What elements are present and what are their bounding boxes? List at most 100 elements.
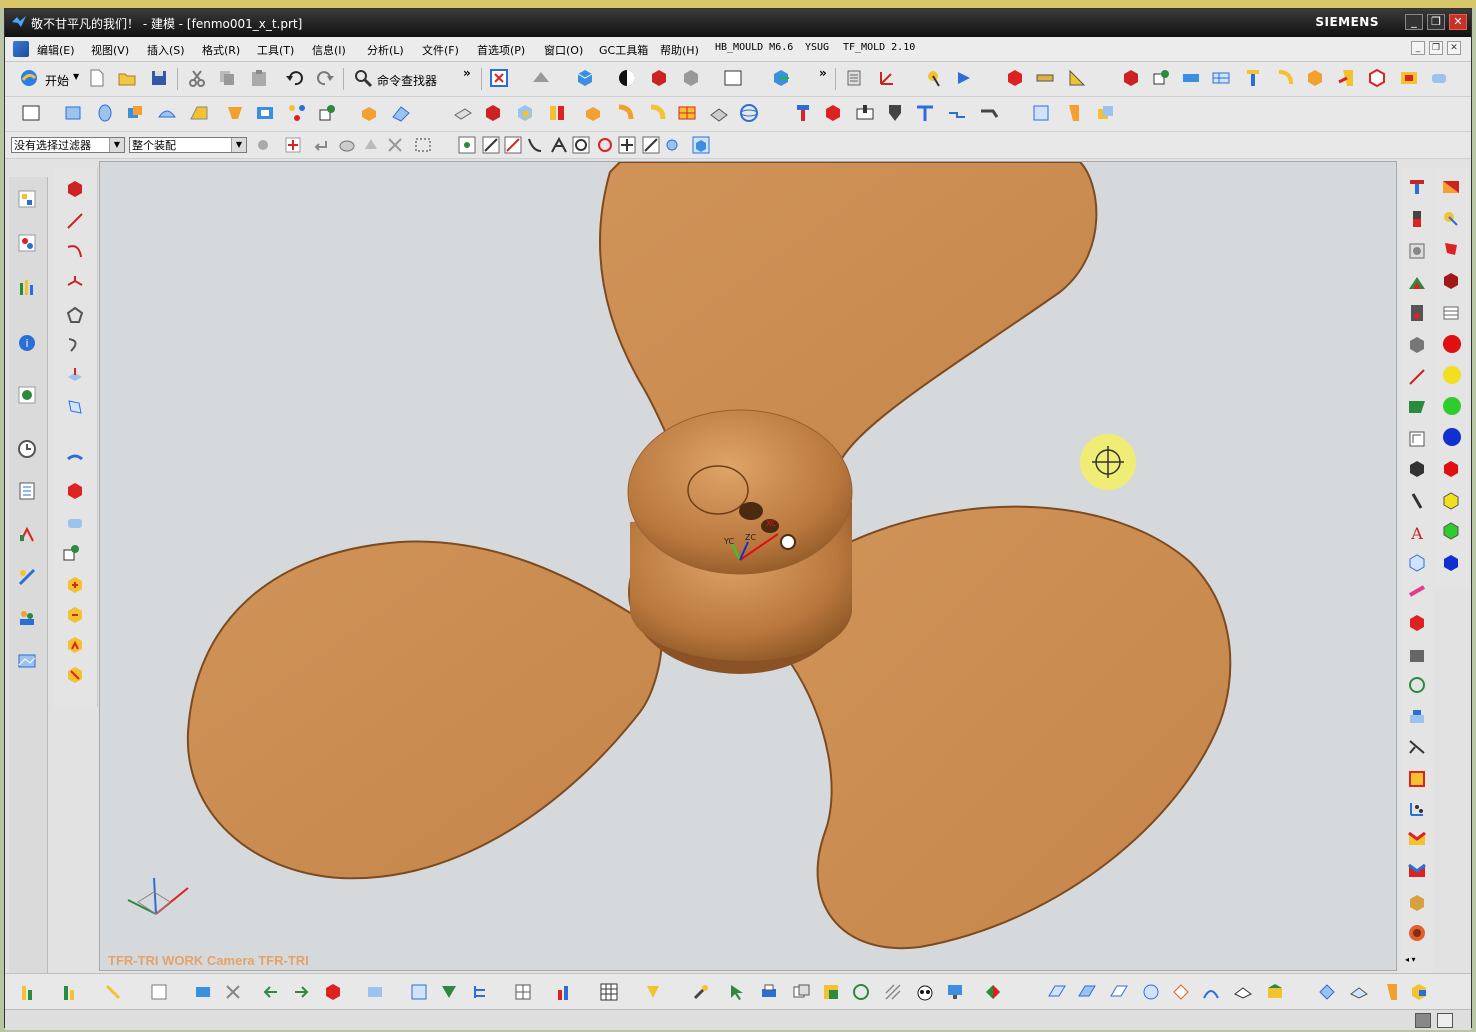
close-button[interactable]: ✕ xyxy=(1449,14,1467,30)
copy-body-icon[interactable] xyxy=(1095,103,1115,123)
chamfer-icon[interactable] xyxy=(189,103,209,123)
stack-icon[interactable] xyxy=(1407,707,1427,727)
dark-red-cube-icon[interactable] xyxy=(1441,271,1461,291)
paste-icon[interactable] xyxy=(249,68,269,88)
orient-view-icon[interactable] xyxy=(531,68,551,88)
gate-icon[interactable] xyxy=(979,103,999,123)
surface-icon-12[interactable] xyxy=(1409,982,1429,1002)
curve-snap-icon[interactable] xyxy=(525,135,545,155)
datum-plane-icon[interactable] xyxy=(61,543,81,563)
yellow-color-swatch[interactable] xyxy=(1443,366,1461,384)
analysis-icon[interactable] xyxy=(19,982,39,1002)
replace-face-icon[interactable] xyxy=(515,103,535,123)
intersect-body-icon[interactable] xyxy=(65,635,85,655)
pattern-icon[interactable] xyxy=(287,103,307,123)
blue-cube-icon[interactable] xyxy=(1441,553,1461,573)
menu-gc-toolbox[interactable]: GC工具箱 xyxy=(599,42,648,58)
menu-file[interactable]: 文件(F) xyxy=(422,42,459,58)
type-filter-select[interactable]: 没有选择过滤器 ▼ xyxy=(11,137,125,153)
pocket-icon[interactable] xyxy=(1399,68,1419,88)
tube-icon[interactable] xyxy=(65,513,85,533)
red-hex-icon[interactable] xyxy=(1441,459,1461,479)
draft-icon[interactable] xyxy=(225,103,245,123)
project-curve-icon[interactable] xyxy=(65,365,85,385)
sphere-icon[interactable] xyxy=(739,103,759,123)
graphics-viewport[interactable]: YC ZC XC TFR-TRI WORK Camera TFR-TRI xyxy=(99,161,1397,971)
extrude-icon[interactable] xyxy=(63,103,83,123)
constraint-navigator-icon[interactable] xyxy=(17,233,37,253)
plane-icon[interactable] xyxy=(709,103,729,123)
brown-box-icon[interactable] xyxy=(1407,893,1427,913)
roles-icon[interactable] xyxy=(17,607,37,627)
cavity-icon[interactable] xyxy=(1407,209,1427,229)
point-on-curve-snap-icon[interactable] xyxy=(641,135,661,155)
curve-on-surface-icon[interactable] xyxy=(65,335,85,355)
print-icon[interactable] xyxy=(759,982,779,1002)
history-icon[interactable] xyxy=(17,439,37,459)
hatch-icon[interactable] xyxy=(883,982,903,1002)
surface-icon-7[interactable] xyxy=(1233,982,1253,1002)
copy-icon[interactable] xyxy=(217,68,237,88)
surface-icon-5[interactable] xyxy=(1171,982,1191,1002)
doc-minimize-button[interactable]: _ xyxy=(1411,41,1425,55)
blue-plate-icon[interactable] xyxy=(193,982,213,1002)
cooling-icon[interactable] xyxy=(1275,68,1295,88)
gray-cube-icon[interactable] xyxy=(681,68,701,88)
red-solid-icon[interactable] xyxy=(823,103,843,123)
toolbar-overflow-icon[interactable]: » xyxy=(463,66,471,80)
datum-icon[interactable] xyxy=(317,103,337,123)
doc-close-button[interactable]: ✕ xyxy=(1447,41,1461,55)
thicken-icon[interactable] xyxy=(453,103,473,123)
draft-analysis-icon[interactable] xyxy=(61,982,81,1002)
green-face-icon[interactable] xyxy=(1407,397,1427,417)
menu-window[interactable]: 窗口(O) xyxy=(544,42,583,58)
measure-tool-icon[interactable] xyxy=(1441,209,1461,229)
pin-icon[interactable] xyxy=(793,103,813,123)
probe-icon[interactable] xyxy=(1407,491,1427,511)
trim-body-icon[interactable] xyxy=(359,103,379,123)
light-box-icon[interactable] xyxy=(1407,553,1427,573)
red-surface-icon[interactable] xyxy=(1441,177,1461,197)
locating-ring-icon[interactable] xyxy=(885,103,905,123)
shaded-cube-icon[interactable] xyxy=(575,68,595,88)
red-shape-icon[interactable] xyxy=(1441,239,1461,259)
filter-settings-icon[interactable] xyxy=(253,135,273,155)
surface-icon-1[interactable] xyxy=(1047,982,1067,1002)
menu-help[interactable]: 帮助(H) xyxy=(660,42,699,58)
block-feature-icon[interactable] xyxy=(65,179,85,199)
insert-icon[interactable] xyxy=(1337,68,1357,88)
text-icon[interactable]: A xyxy=(1407,523,1427,543)
ruler-icon[interactable] xyxy=(1035,68,1055,88)
panda-icon[interactable] xyxy=(915,982,935,1002)
doc-restore-button[interactable]: ❐ xyxy=(1429,41,1443,55)
pink-line-icon[interactable] xyxy=(1407,581,1427,601)
green-color-swatch[interactable] xyxy=(1443,397,1461,415)
circle-tool-icon[interactable] xyxy=(851,982,871,1002)
chart-view-icon[interactable] xyxy=(555,982,575,1002)
surface-icon-8[interactable] xyxy=(1265,982,1285,1002)
cut-icon[interactable] xyxy=(187,68,207,88)
yellow-cube-icon[interactable] xyxy=(1441,491,1461,511)
point-on-face-snap-icon[interactable] xyxy=(663,135,683,155)
add-body-icon[interactable] xyxy=(65,575,85,595)
line-icon[interactable] xyxy=(65,211,85,231)
snap-point-icon[interactable] xyxy=(457,135,477,155)
edge-line-icon[interactable] xyxy=(1407,367,1427,387)
move-component-icon[interactable] xyxy=(771,68,791,88)
edge-shade-icon[interactable] xyxy=(649,68,669,88)
mesh-surface-icon[interactable] xyxy=(677,103,697,123)
red-part-icon[interactable] xyxy=(323,982,343,1002)
surface-icon-6[interactable] xyxy=(1201,982,1221,1002)
highlight-icon[interactable] xyxy=(643,982,663,1002)
rotate-view-icon[interactable] xyxy=(1407,675,1427,695)
menu-ysug[interactable]: YSUG xyxy=(805,42,829,53)
reflection-icon[interactable] xyxy=(103,982,123,1002)
dark-block-icon[interactable] xyxy=(1407,459,1427,479)
quadrant-snap-icon[interactable] xyxy=(595,135,615,155)
surface-icon-4[interactable] xyxy=(1141,982,1161,1002)
draft-angle-icon[interactable] xyxy=(1067,68,1087,88)
maximize-button[interactable]: ❐ xyxy=(1427,14,1445,30)
red-block-icon[interactable] xyxy=(1005,68,1025,88)
arc-icon[interactable] xyxy=(65,241,85,261)
sketch-plane-icon[interactable] xyxy=(1407,429,1427,449)
